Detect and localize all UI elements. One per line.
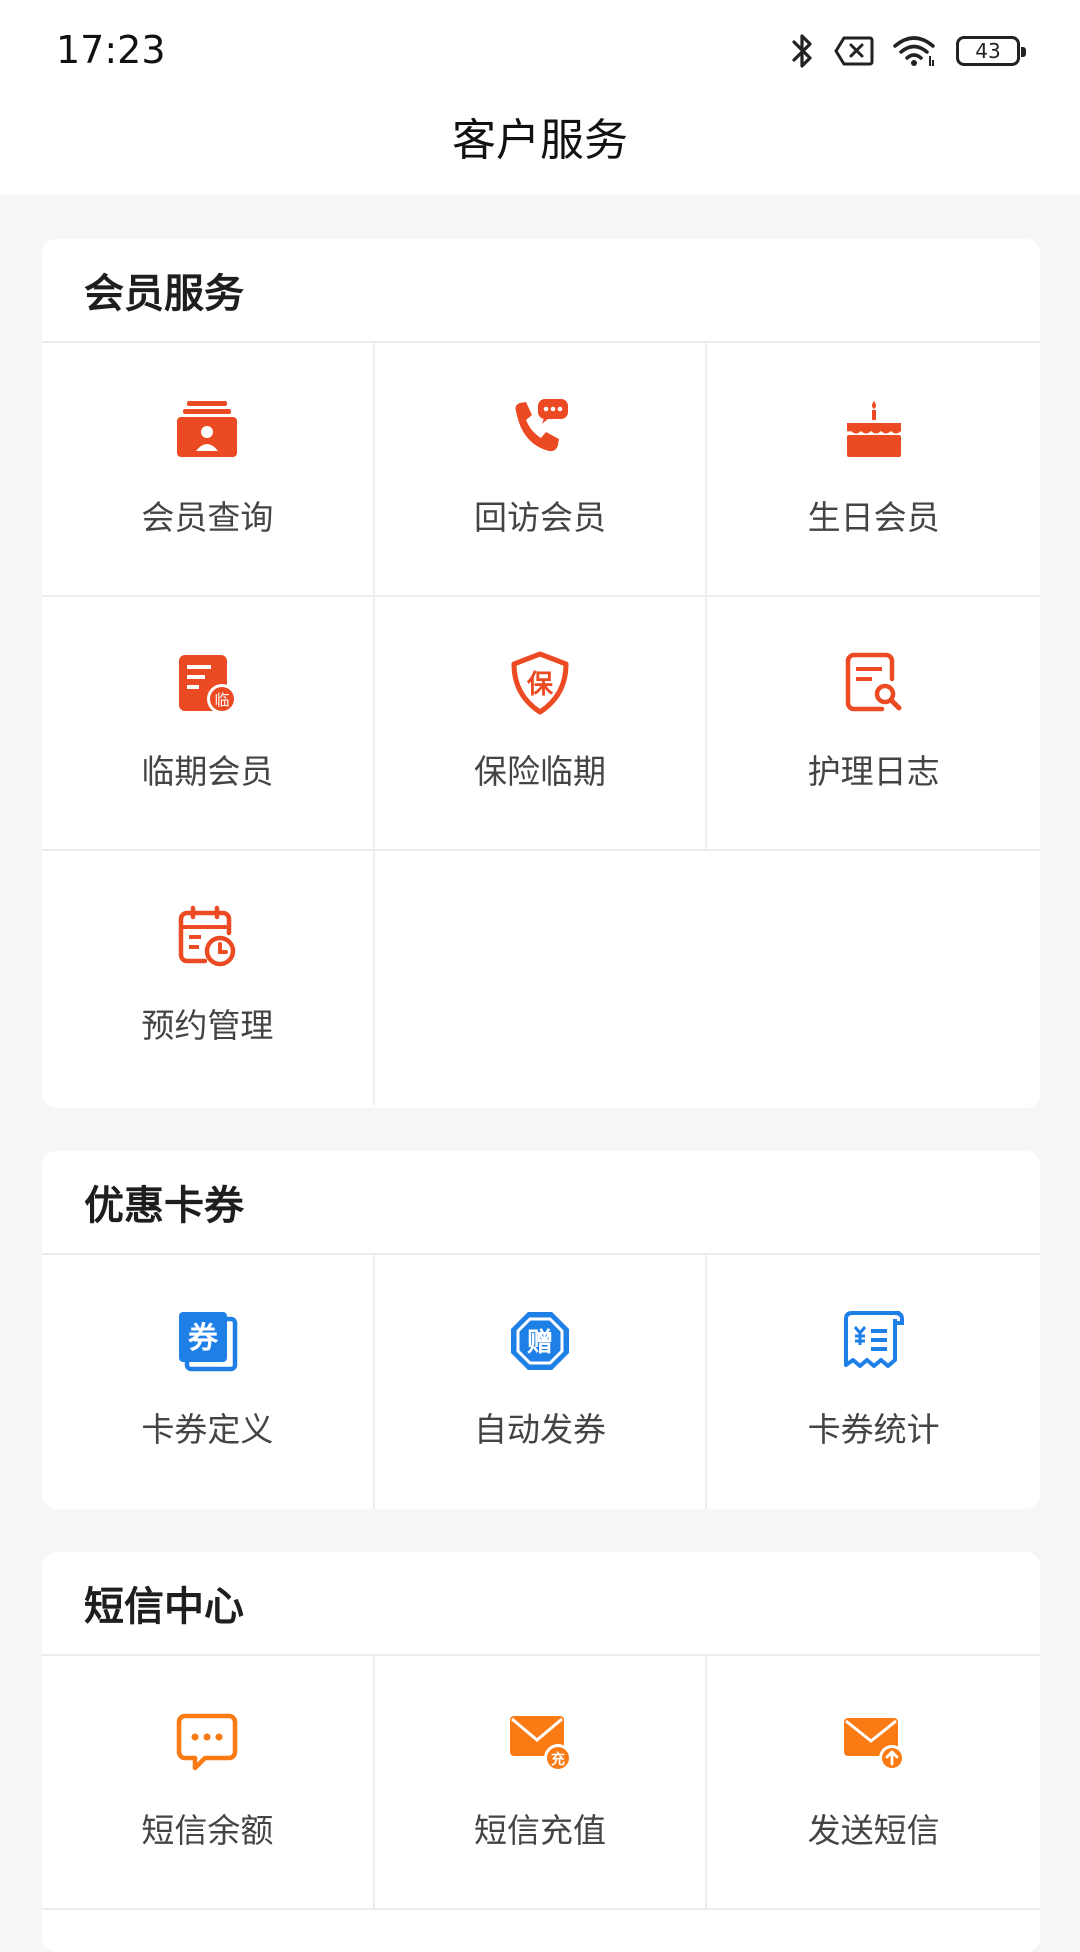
item-label: 卡券统计 [807, 1410, 940, 1449]
item-label: 生日会员 [807, 498, 940, 537]
empty-cell [375, 851, 1040, 1105]
item-label: 预约管理 [141, 1006, 274, 1045]
item-label: 护理日志 [807, 752, 940, 791]
send-sms-item[interactable]: 发送短信 [707, 1656, 1040, 1910]
care-log-item[interactable]: 护理日志 [707, 597, 1040, 851]
item-label: 临期会员 [141, 752, 274, 791]
mail-recharge-icon: 充 [508, 1710, 572, 1774]
coupon-icon: 券 [175, 1309, 239, 1373]
member-card-icon [175, 397, 239, 461]
svg-text:保: 保 [526, 670, 554, 700]
receipt-icon [842, 1309, 906, 1373]
wifi-icon [892, 34, 938, 68]
svg-text:充: 充 [551, 1751, 565, 1768]
section-coupons: 优惠卡券 券 卡券定义 赠 自动发券 卡券统计 [42, 1151, 1040, 1509]
bluetooth-icon [788, 31, 816, 71]
item-label: 回访会员 [473, 498, 606, 537]
item-label: 会员查询 [141, 498, 274, 537]
page-title: 客户服务 [452, 115, 628, 166]
battery-icon: 43 [956, 36, 1026, 66]
phone-chat-icon [508, 397, 572, 461]
insurance-expiring-item[interactable]: 保 保险临期 [374, 597, 708, 851]
item-label: 保险临期 [473, 752, 606, 791]
mail-send-icon [842, 1710, 906, 1774]
section-title: 会员服务 [42, 239, 1040, 343]
svg-text:券: 券 [188, 1321, 219, 1356]
sms-balance-item[interactable]: 短信余额 [42, 1656, 375, 1910]
coupon-definition-item[interactable]: 券 卡券定义 [42, 1255, 375, 1509]
section-sms-center: 短信中心 短信余额 充 短信充值 发送短信 [42, 1552, 1040, 1952]
svg-text:赠: 赠 [527, 1327, 553, 1358]
section-title: 优惠卡券 [42, 1151, 1040, 1255]
item-label: 卡券定义 [141, 1410, 274, 1449]
appointment-item[interactable]: 预约管理 [42, 851, 375, 1105]
item-label: 自动发券 [473, 1410, 606, 1449]
visit-member-item[interactable]: 回访会员 [374, 343, 708, 597]
gift-coupon-icon: 赠 [508, 1309, 572, 1373]
calendar-clock-icon [175, 905, 239, 969]
birthday-member-item[interactable]: 生日会员 [707, 343, 1040, 597]
log-search-icon [842, 651, 906, 715]
sms-recharge-item[interactable]: 充 短信充值 [374, 1656, 708, 1910]
item-label: 短信充值 [473, 1811, 606, 1850]
item-label: 短信余额 [141, 1811, 274, 1850]
status-bar: 17:23 43 [0, 0, 1080, 100]
section-title: 短信中心 [42, 1552, 1040, 1656]
member-query-item[interactable]: 会员查询 [42, 343, 375, 597]
status-time: 17:23 [56, 28, 166, 72]
coupon-stats-item[interactable]: 卡券统计 [707, 1255, 1040, 1509]
status-icons: 43 [788, 28, 1026, 74]
expiring-doc-icon: 临 [175, 651, 239, 715]
insurance-shield-icon: 保 [508, 651, 572, 715]
auto-coupon-item[interactable]: 赠 自动发券 [375, 1255, 708, 1509]
birthday-cake-icon [842, 397, 906, 461]
item-label: 发送短信 [807, 1811, 940, 1850]
top-bar: 17:23 43 客户服务 [0, 0, 1080, 195]
sms-bubble-icon [175, 1710, 239, 1774]
no-sim-icon [834, 35, 874, 67]
section-member-services: 会员服务 会员查询 回访会员 生日会员 临 临期会员 保 保险临期 护理日志 预… [42, 239, 1040, 1108]
expiring-member-item[interactable]: 临 临期会员 [42, 597, 375, 851]
battery-level: 43 [975, 39, 1001, 63]
svg-text:临: 临 [215, 691, 230, 709]
